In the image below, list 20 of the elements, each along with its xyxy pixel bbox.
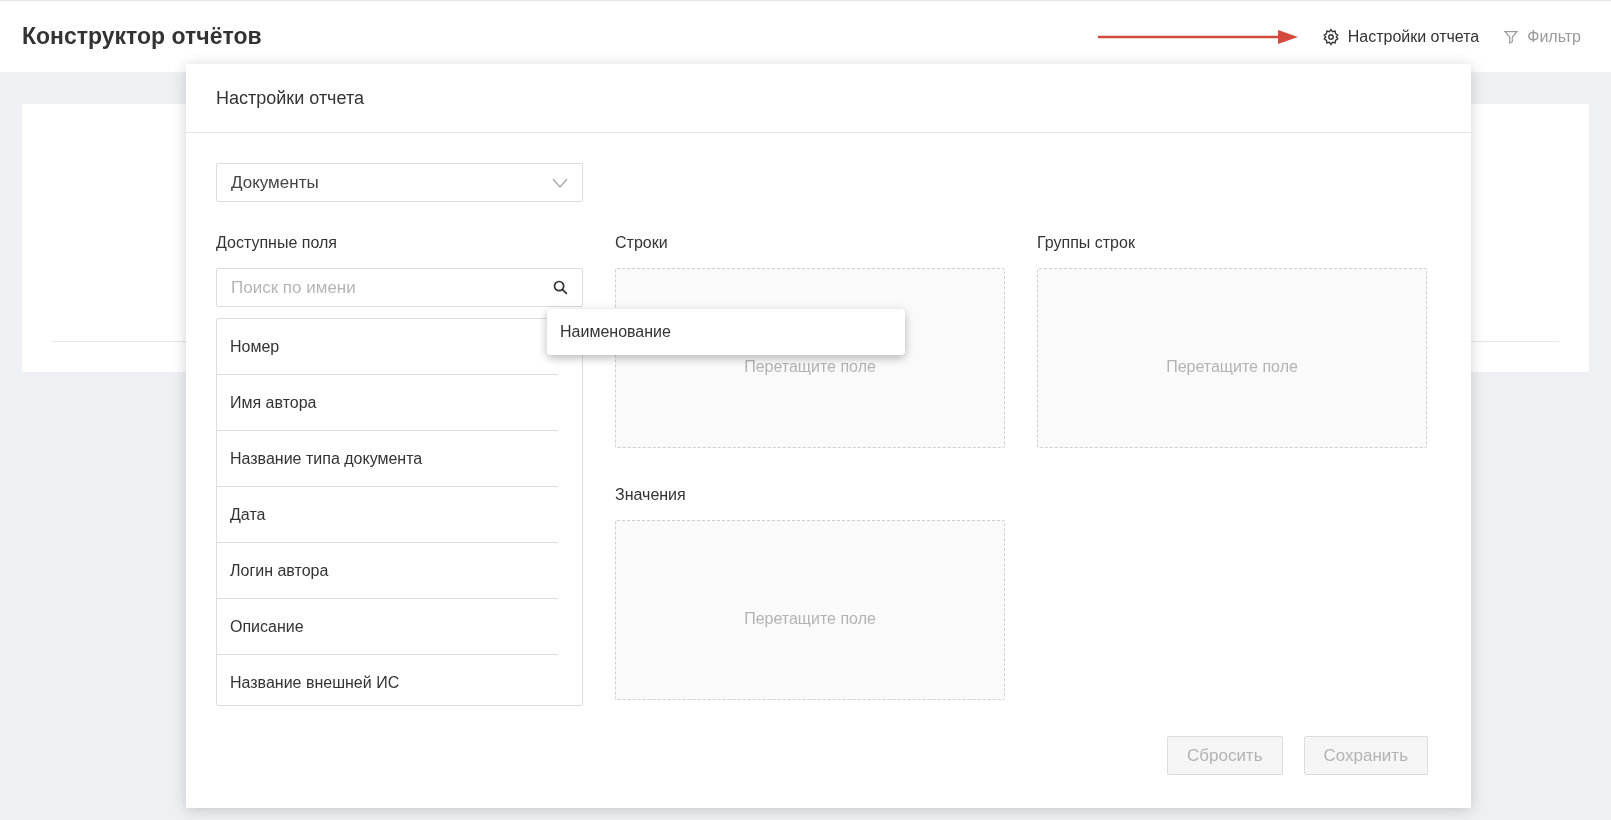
chevron-down-icon (552, 177, 568, 188)
zone-label: Группы строк (1037, 234, 1136, 253)
zone-label: Значения (615, 486, 687, 505)
page-title: Конструктор отчётов (22, 23, 262, 50)
field-item[interactable]: Логин автора (217, 543, 558, 599)
available-fields-label: Доступные поля (216, 234, 338, 253)
gear-icon (1321, 27, 1340, 46)
field-item[interactable]: Имя автора (217, 375, 558, 431)
zone-label: Строки (615, 234, 669, 253)
field-item[interactable]: Название внешней ИС (217, 655, 558, 705)
settings-button[interactable]: Настройки отчета (1321, 27, 1480, 46)
filter-icon (1503, 28, 1520, 45)
search-icon (552, 279, 569, 296)
drag-tooltip[interactable]: Наименование (547, 309, 905, 355)
field-item[interactable]: Название типа документа (217, 431, 558, 487)
search-field[interactable]: Поиск по имени (216, 268, 583, 307)
field-item[interactable]: Описание (217, 599, 558, 655)
field-item[interactable]: Дата (217, 487, 558, 543)
dialog-title: Настройки отчета (216, 87, 364, 109)
source-select[interactable]: Документы (216, 163, 583, 202)
